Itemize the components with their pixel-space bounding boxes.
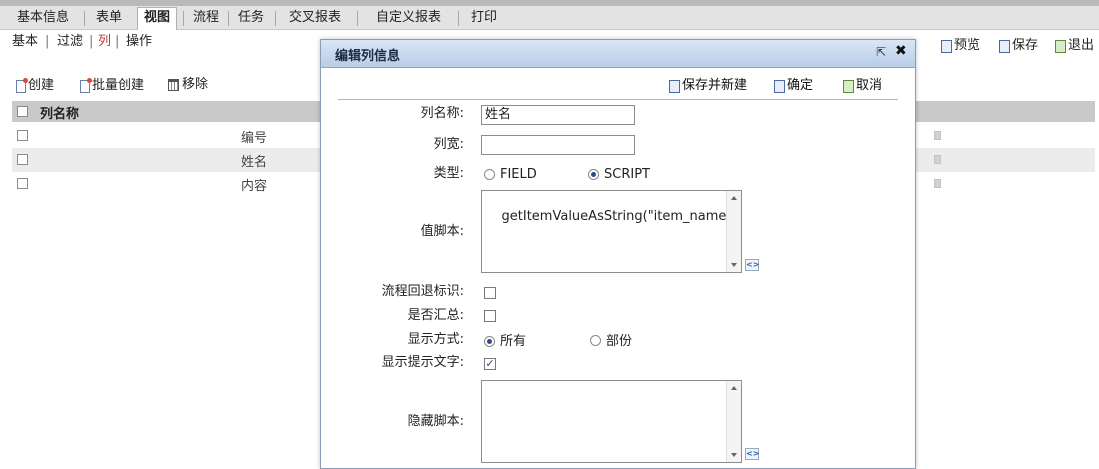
save-and-new-label: 保存并新建 xyxy=(682,78,748,93)
cancel-button[interactable]: 取消 xyxy=(843,78,882,94)
row-checkbox[interactable] xyxy=(17,178,28,189)
row-checkbox[interactable] xyxy=(17,130,28,141)
tab-separator xyxy=(228,11,229,26)
subnav-column[interactable]: 列 xyxy=(98,34,111,50)
cancel-icon xyxy=(843,79,854,93)
subnav-filter[interactable]: 过滤 xyxy=(57,34,83,50)
col-name-label: 列名称: xyxy=(420,106,464,121)
page-icon[interactable] xyxy=(934,179,941,188)
display-all-radio[interactable] xyxy=(484,336,495,347)
new-doc-icon xyxy=(16,77,28,93)
trash-icon xyxy=(168,79,179,91)
preview-label: 预览 xyxy=(954,38,981,53)
tab-task[interactable]: 任务 xyxy=(238,8,264,28)
tab-separator xyxy=(458,11,459,26)
tab-separator xyxy=(84,11,85,26)
new-doc-icon xyxy=(80,77,92,93)
col-name-input[interactable]: 姓名 xyxy=(481,105,635,125)
tab-print[interactable]: 打印 xyxy=(471,8,497,28)
hide-script-label: 隐藏脚本: xyxy=(407,414,464,429)
batch-create-label: 批量创建 xyxy=(92,78,145,93)
tab-cross-report[interactable]: 交叉报表 xyxy=(289,8,341,28)
row-name: 姓名 xyxy=(241,155,268,170)
dialog-divider xyxy=(338,99,898,100)
save-icon xyxy=(999,39,1010,53)
show-hint-checkbox[interactable]: ✓ xyxy=(484,358,496,370)
summary-label: 是否汇总: xyxy=(407,308,464,323)
value-script-label: 值脚本: xyxy=(420,224,464,239)
save-icon xyxy=(669,79,680,93)
display-all-label: 所有 xyxy=(500,334,527,349)
tab-form[interactable]: 表单 xyxy=(96,8,122,28)
exit-button[interactable]: 退出 xyxy=(1055,38,1094,54)
type-label: 类型: xyxy=(433,166,464,181)
batch-create-button[interactable]: 批量创建 xyxy=(80,77,145,94)
code-editor-icon[interactable]: <> xyxy=(745,448,759,460)
type-field-radio[interactable] xyxy=(484,169,495,180)
dialog-title: 编辑列信息 xyxy=(335,49,401,64)
code-editor-icon[interactable]: <> xyxy=(745,259,759,271)
value-script-textarea[interactable]: getItemValueAsString("item_name"); xyxy=(481,190,742,273)
remove-label: 移除 xyxy=(182,77,209,92)
save-label: 保存 xyxy=(1012,38,1039,53)
edit-column-dialog: 编辑列信息 ⇱ ✖ 保存并新建 确定 取消 列名称: 姓名 列宽: 类型: FI… xyxy=(320,39,916,469)
show-hint-label: 显示提示文字: xyxy=(381,355,464,370)
tab-flow[interactable]: 流程 xyxy=(193,8,219,28)
row-checkbox[interactable] xyxy=(17,154,28,165)
subnav-separator: | xyxy=(89,34,94,49)
tab-basic-info[interactable]: 基本信息 xyxy=(17,8,69,28)
tab-separator xyxy=(183,11,184,26)
row-name: 编号 xyxy=(241,131,268,146)
type-field-label: FIELD xyxy=(500,167,537,182)
preview-icon xyxy=(941,39,952,53)
subnav-separator: | xyxy=(45,34,50,49)
cancel-label: 取消 xyxy=(856,78,883,93)
save-button[interactable]: 保存 xyxy=(999,38,1038,54)
exit-icon xyxy=(1055,39,1066,53)
tab-bar: 基本信息 表单 视图 流程 任务 交叉报表 自定义报表 打印 xyxy=(0,6,1099,30)
subnav-operation[interactable]: 操作 xyxy=(126,34,152,50)
hide-script-textarea[interactable] xyxy=(481,380,742,463)
row-name: 内容 xyxy=(241,179,268,194)
value-script-text: getItemValueAsString("item_name"); xyxy=(501,209,742,224)
tab-separator xyxy=(357,11,358,26)
page-icon[interactable] xyxy=(934,155,941,164)
tab-view[interactable]: 视图 xyxy=(137,7,178,30)
summary-checkbox[interactable] xyxy=(484,310,496,322)
popout-icon[interactable]: ⇱ xyxy=(876,45,886,59)
create-label: 创建 xyxy=(28,78,55,93)
col-width-input[interactable] xyxy=(481,135,635,155)
close-icon[interactable]: ✖ xyxy=(895,43,907,59)
display-part-radio[interactable] xyxy=(590,335,601,346)
grid-header-label: 列名称 xyxy=(40,107,80,122)
remove-button[interactable]: 移除 xyxy=(168,77,208,93)
flow-back-checkbox[interactable] xyxy=(484,287,496,299)
display-part-label: 部份 xyxy=(606,334,633,349)
confirm-label: 确定 xyxy=(787,78,814,93)
preview-button[interactable]: 预览 xyxy=(941,38,980,54)
exit-label: 退出 xyxy=(1068,38,1095,53)
create-button[interactable]: 创建 xyxy=(16,77,55,94)
hide-script-scrollbar[interactable] xyxy=(726,381,741,462)
select-all-checkbox[interactable] xyxy=(17,106,28,117)
display-mode-label: 显示方式: xyxy=(407,332,464,347)
flow-back-label: 流程回退标识: xyxy=(381,284,464,299)
page-icon[interactable] xyxy=(934,131,941,140)
type-script-radio[interactable] xyxy=(588,169,599,180)
dialog-title-bar[interactable]: 编辑列信息 ⇱ ✖ xyxy=(321,40,915,68)
col-width-label: 列宽: xyxy=(433,137,464,152)
subnav-separator: | xyxy=(115,34,120,49)
tab-separator xyxy=(275,11,276,26)
type-script-label: SCRIPT xyxy=(604,167,650,182)
save-icon xyxy=(774,79,785,93)
value-script-scrollbar[interactable] xyxy=(726,191,741,272)
tab-custom-report[interactable]: 自定义报表 xyxy=(376,8,441,28)
confirm-button[interactable]: 确定 xyxy=(774,78,813,94)
subnav-basic[interactable]: 基本 xyxy=(12,34,38,50)
save-and-new-button[interactable]: 保存并新建 xyxy=(669,78,747,94)
